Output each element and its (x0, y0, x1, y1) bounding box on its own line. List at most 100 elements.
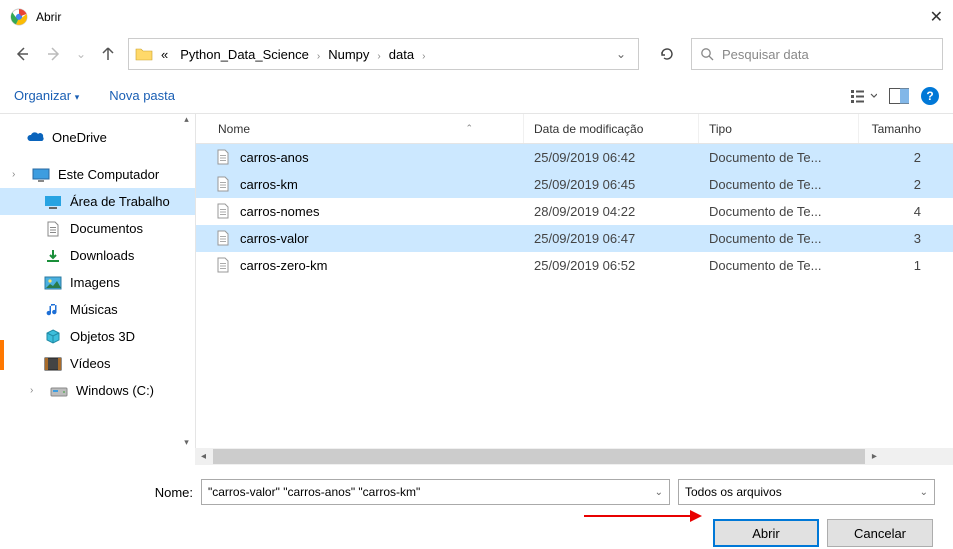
organize-menu[interactable]: Organizar ▾ (14, 88, 79, 103)
sidebar-item-music[interactable]: Músicas (0, 296, 195, 323)
file-type: Documento de Te... (699, 150, 859, 165)
footer: Nome: "carros-valor" "carros-anos" "carr… (0, 465, 953, 547)
sidebar-item-pc[interactable]: › Este Computador (0, 161, 195, 188)
file-date: 25/09/2019 06:45 (524, 177, 699, 192)
sidebar-item-label: OneDrive (52, 130, 107, 145)
chevron-right-icon[interactable]: › (12, 169, 24, 180)
file-size: 3 (859, 231, 931, 246)
sidebar: OneDrive › Este Computador Área de Trabalho… (0, 114, 195, 448)
text-file-icon (216, 149, 232, 167)
sidebar-item-objects3d[interactable]: Objetos 3D (0, 323, 195, 350)
file-row[interactable]: carros-nomes28/09/2019 04:22Documento de… (196, 198, 953, 225)
scroll-left-icon[interactable]: ◂ (195, 448, 212, 465)
objects3d-icon (44, 328, 62, 346)
recent-dropdown[interactable]: ⌄ (74, 42, 88, 66)
images-icon (44, 274, 62, 292)
breadcrumb-dropdown[interactable]: ⌄ (608, 47, 634, 61)
chevron-down-icon[interactable]: ⌄ (655, 487, 663, 498)
file-type: Documento de Te... (699, 231, 859, 246)
chevron-right-icon: › (420, 51, 427, 62)
breadcrumb-segment[interactable]: data (383, 47, 420, 62)
file-date: 25/09/2019 06:42 (524, 150, 699, 165)
new-folder-button[interactable]: Nova pasta (109, 88, 175, 103)
sidebar-item-docs[interactable]: Documentos (0, 215, 195, 242)
file-name: carros-valor (240, 231, 309, 246)
sidebar-item-onedrive[interactable]: OneDrive (0, 124, 195, 151)
up-button[interactable] (96, 42, 120, 66)
nav-row: ⌄ « Python_Data_Science›Numpy›data› ⌄ Pe… (0, 34, 953, 78)
file-row[interactable]: carros-km25/09/2019 06:45Documento de Te… (196, 171, 953, 198)
column-size[interactable]: Tamanho (859, 114, 931, 143)
search-icon (700, 47, 714, 61)
column-type[interactable]: Tipo (699, 114, 859, 143)
help-icon[interactable]: ? (921, 87, 939, 105)
filename-input[interactable]: "carros-valor" "carros-anos" "carros-km"… (201, 479, 670, 505)
file-name: carros-zero-km (240, 258, 327, 273)
preview-pane-icon[interactable] (889, 88, 909, 104)
sidebar-item-label: Imagens (70, 275, 120, 290)
annotation-arrow (582, 506, 702, 526)
forward-button[interactable] (42, 42, 66, 66)
orange-accent-strip (0, 340, 4, 370)
open-button[interactable]: Abrir (713, 519, 819, 547)
sidebar-scrollbar[interactable]: ▴ ▾ (178, 114, 195, 448)
view-options-icon[interactable] (851, 88, 877, 104)
window-title: Abrir (36, 10, 61, 24)
desktop-icon (44, 193, 62, 211)
column-headers: Nome⌃ Data de modificação Tipo Tamanho (196, 114, 953, 144)
folder-icon (133, 43, 155, 65)
file-row[interactable]: carros-zero-km 25/09/2019 06:52Documento … (196, 252, 953, 279)
sidebar-item-label: Vídeos (70, 356, 110, 371)
sidebar-item-label: Downloads (70, 248, 134, 263)
sidebar-item-label: Este Computador (58, 167, 159, 182)
sidebar-item-images[interactable]: Imagens (0, 269, 195, 296)
file-type: Documento de Te... (699, 204, 859, 219)
videos-icon (44, 355, 62, 373)
text-file-icon (216, 176, 232, 194)
file-size: 2 (859, 177, 931, 192)
file-date: 28/09/2019 04:22 (524, 204, 699, 219)
file-date: 25/09/2019 06:47 (524, 231, 699, 246)
filetype-filter[interactable]: Todos os arquivos ⌄ (678, 479, 935, 505)
cancel-button[interactable]: Cancelar (827, 519, 933, 547)
scroll-right-icon[interactable]: ▸ (866, 448, 883, 465)
chevron-down-icon[interactable]: ⌄ (920, 487, 928, 498)
docs-icon (44, 220, 62, 238)
refresh-button[interactable] (651, 38, 683, 70)
sidebar-item-label: Objetos 3D (70, 329, 135, 344)
sidebar-item-label: Área de Trabalho (70, 194, 170, 209)
close-icon[interactable]: ✕ (930, 7, 943, 27)
scroll-thumb[interactable] (213, 449, 865, 464)
file-row[interactable]: carros-anos 25/09/2019 06:42Documento de … (196, 144, 953, 171)
column-name[interactable]: Nome⌃ (196, 114, 524, 143)
file-name: carros-anos (240, 150, 309, 165)
chevron-right-icon[interactable]: › (30, 385, 42, 396)
drive-icon (50, 382, 68, 400)
breadcrumb-bar[interactable]: « Python_Data_Science›Numpy›data› ⌄ (128, 38, 639, 70)
file-size: 1 (859, 258, 931, 273)
music-icon (44, 301, 62, 319)
file-size: 4 (859, 204, 931, 219)
breadcrumb-segment[interactable]: Python_Data_Science (174, 47, 315, 62)
file-size: 2 (859, 150, 931, 165)
column-date[interactable]: Data de modificação (524, 114, 699, 143)
sidebar-item-desktop[interactable]: Área de Trabalho (0, 188, 195, 215)
file-type: Documento de Te... (699, 258, 859, 273)
back-button[interactable] (10, 42, 34, 66)
breadcrumb-segment[interactable]: Numpy (322, 47, 375, 62)
horizontal-scrollbar[interactable]: ◂ ▸ (195, 448, 953, 465)
scroll-down-icon[interactable]: ▾ (184, 437, 189, 448)
toolbar: Organizar ▾ Nova pasta ? (0, 78, 953, 114)
search-input[interactable]: Pesquisar data (691, 38, 943, 70)
sidebar-item-drive[interactable]: › Windows (C:) (0, 377, 195, 404)
scroll-up-icon[interactable]: ▴ (184, 114, 189, 125)
file-row[interactable]: carros-valor 25/09/2019 06:47Documento de… (196, 225, 953, 252)
text-file-icon (216, 230, 232, 248)
chevron-right-icon: › (375, 51, 382, 62)
text-file-icon (216, 257, 232, 275)
sidebar-item-label: Windows (C:) (76, 383, 154, 398)
file-date: 25/09/2019 06:52 (524, 258, 699, 273)
search-placeholder: Pesquisar data (722, 47, 809, 62)
sidebar-item-downloads[interactable]: Downloads (0, 242, 195, 269)
sidebar-item-videos[interactable]: Vídeos (0, 350, 195, 377)
